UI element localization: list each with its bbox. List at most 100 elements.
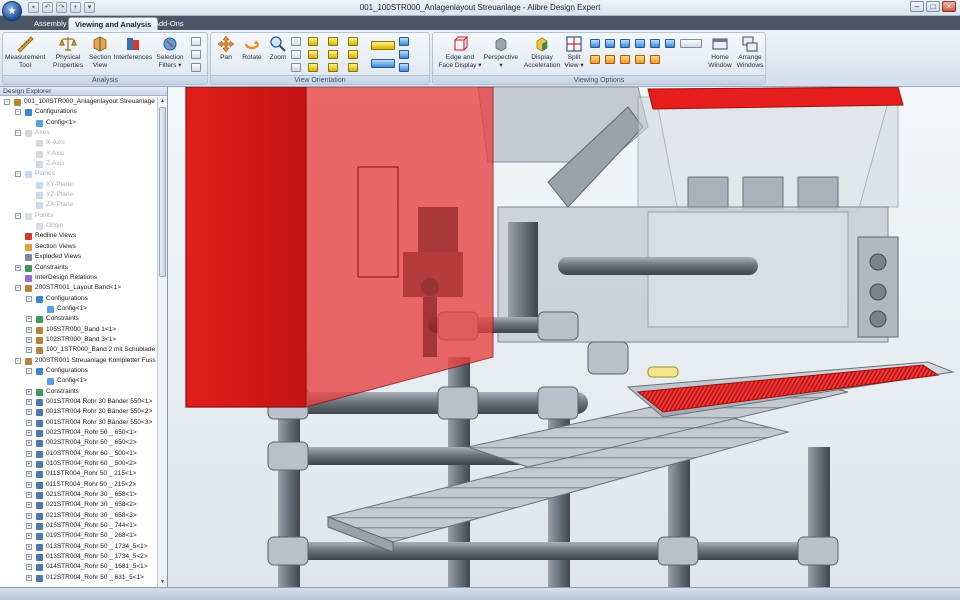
tree-item[interactable]: +021STR004_Rohr 30 _ 658<2> — [0, 500, 157, 510]
hopper-grid[interactable] — [797, 176, 839, 210]
crossbar-pipe[interactable] — [288, 542, 828, 560]
tree-item[interactable]: XY-Plane — [0, 180, 157, 190]
tree-item[interactable]: +012STR004_Rohr 50 _ 631_5<1> — [0, 573, 157, 583]
tree-item[interactable]: +002STR004_Rohr 50 _ 650<1> — [0, 428, 157, 438]
minimize-icon[interactable]: – — [910, 1, 924, 12]
maximize-icon[interactable]: □ — [926, 1, 940, 12]
collapse-icon[interactable]: − — [26, 295, 32, 302]
display-mode-icon[interactable] — [635, 39, 645, 48]
interferences-button[interactable]: Interferences — [112, 35, 154, 62]
edge-face-display-button[interactable]: Edge and Face Display ▾ — [435, 35, 485, 69]
tree-item[interactable]: +013STR004_Rohr 50 _ 1734_5<2> — [0, 552, 157, 562]
frame-post[interactable] — [508, 222, 538, 332]
tree-item[interactable]: Origin — [0, 221, 157, 231]
expand-icon[interactable]: + — [26, 336, 32, 343]
view-front-icon[interactable] — [308, 37, 318, 46]
tree-item[interactable]: +015STR004_Rohr 50 _ 744<1> — [0, 521, 157, 531]
display-acceleration-button[interactable]: Display Acceleration — [519, 35, 565, 69]
tree-item[interactable]: + Constraints — [0, 263, 157, 273]
tree-item[interactable]: +010STR004_Rohr 60 _ 500<2> — [0, 459, 157, 469]
display-slider-icon[interactable] — [680, 39, 702, 48]
home-window-button[interactable]: Home Window — [705, 35, 735, 69]
close-icon[interactable]: × — [942, 1, 956, 12]
view-left-icon[interactable] — [348, 37, 358, 46]
model-viewport[interactable] — [168, 87, 960, 587]
view-dimetric-icon[interactable] — [328, 63, 338, 72]
tab-assembly[interactable]: Assembly — [28, 17, 73, 30]
display-mode-icon[interactable] — [620, 39, 630, 48]
view-right-icon[interactable] — [308, 50, 318, 59]
tree-item[interactable]: +021STR004_Rohr 30 _ 658<3> — [0, 511, 157, 521]
expand-icon[interactable]: + — [26, 481, 32, 488]
visibility-toggle-icon[interactable] — [590, 55, 600, 64]
tree-item[interactable]: +011STR004_Rohr 50 _ 215<2> — [0, 480, 157, 490]
visibility-toggle-icon[interactable] — [635, 55, 645, 64]
collapse-icon[interactable]: − — [15, 171, 21, 178]
tree-item[interactable]: − Configurations — [0, 294, 157, 304]
tree-item[interactable]: − 200STR001 Streuanlage Kompletter Fuss — [0, 356, 157, 366]
zoom-previous-icon[interactable] — [291, 63, 301, 72]
tree-item[interactable]: +013STR004_Rohr 50 _ 1734_5<1> — [0, 542, 157, 552]
tab-add-ons[interactable]: Add-Ons — [148, 17, 190, 30]
application-menu-button[interactable]: ★ — [2, 1, 22, 21]
selection-filters-button[interactable]: Selection Filters ▾ — [153, 35, 187, 69]
expand-icon[interactable]: + — [26, 564, 32, 571]
zoom-button[interactable]: Zoom — [265, 35, 291, 62]
tree-item[interactable]: − Axes — [0, 128, 157, 138]
small-tool-icon[interactable] — [191, 63, 201, 72]
tree-item[interactable]: − Configurations — [0, 107, 157, 117]
tree-item[interactable]: +001STR004 Rohr 30 Bänder 550<2> — [0, 407, 157, 417]
visibility-toggle-icon[interactable] — [620, 55, 630, 64]
tree-item[interactable]: +102STR000_Band 3<1> — [0, 335, 157, 345]
tree-item[interactable]: +019STR004_Rohr 50 _ 268<1> — [0, 531, 157, 541]
expand-icon[interactable]: + — [26, 347, 32, 354]
small-tool-icon[interactable] — [191, 50, 201, 59]
expand-icon[interactable]: + — [26, 502, 32, 509]
tree-item[interactable]: +100_1STR000_Band 2 mit Schublade — [0, 345, 157, 355]
hopper-grid[interactable] — [687, 176, 729, 210]
tree-item[interactable]: +021STR004_Rohr 30 _ 658<1> — [0, 490, 157, 500]
section-view-button[interactable]: Section View — [87, 35, 113, 69]
tree-item[interactable]: +001STR004 Rohr 30 Bänder 550<1> — [0, 397, 157, 407]
tree-item[interactable]: +010STR004_Rohr 60 _ 500<1> — [0, 449, 157, 459]
small-tool-icon[interactable] — [191, 37, 201, 46]
view-top-icon[interactable] — [328, 50, 338, 59]
tree-item[interactable]: Exploded Views — [0, 252, 157, 262]
tree-item[interactable]: YZ-Plane — [0, 190, 157, 200]
tree-item[interactable]: Z-Axis — [0, 159, 157, 169]
selected-hopper-lid[interactable] — [647, 87, 904, 110]
expand-icon[interactable]: + — [26, 554, 32, 561]
view-arrows-icon[interactable] — [371, 59, 395, 68]
expand-icon[interactable]: + — [26, 574, 32, 581]
split-view-button[interactable]: Split View ▾ — [561, 35, 587, 69]
measurement-tool-button[interactable]: Measurement Tool — [5, 35, 45, 69]
tree-item[interactable]: +105STR000_Band 1<1> — [0, 325, 157, 335]
expand-icon[interactable]: + — [26, 440, 32, 447]
view-trimetric-icon[interactable] — [348, 63, 358, 72]
tree-item[interactable]: +002STR004_Rohr 50 _ 650<2> — [0, 438, 157, 448]
expand-icon[interactable]: + — [15, 264, 21, 271]
view-bottom-icon[interactable] — [348, 50, 358, 59]
tree-item[interactable]: ZX-Plane — [0, 200, 157, 210]
perspective-button[interactable]: Perspective ▾ — [481, 35, 521, 69]
pan-button[interactable]: Pan — [213, 35, 239, 62]
collapse-icon[interactable]: − — [15, 130, 21, 137]
view-back-icon[interactable] — [328, 37, 338, 46]
scrollbar-thumb[interactable] — [159, 107, 166, 277]
view-cube-icon[interactable] — [399, 37, 409, 46]
collapse-icon[interactable]: − — [15, 285, 21, 292]
tree-item[interactable]: +001STR004 Rohr 30 Bänder 550<3> — [0, 418, 157, 428]
expand-icon[interactable]: + — [26, 316, 32, 323]
collapse-icon[interactable]: − — [26, 367, 32, 374]
expand-icon[interactable]: + — [26, 430, 32, 436]
collapse-icon[interactable]: − — [15, 212, 21, 219]
tree-item[interactable]: Y-Axis — [0, 149, 157, 159]
tree-item[interactable]: − Points — [0, 211, 157, 221]
tree-item[interactable]: − 200STR001_Layout Band<1> — [0, 283, 157, 293]
tree-item[interactable]: X-Axis — [0, 138, 157, 148]
tree-item[interactable]: − 001_100STR000_Anlagenlayout Streuanlage — [0, 97, 157, 107]
collapse-icon[interactable]: − — [15, 357, 21, 364]
tree-item[interactable]: Redline Views — [0, 231, 157, 241]
rotate-button[interactable]: Rotate — [239, 35, 265, 62]
tree-item[interactable]: − Configurations — [0, 366, 157, 376]
